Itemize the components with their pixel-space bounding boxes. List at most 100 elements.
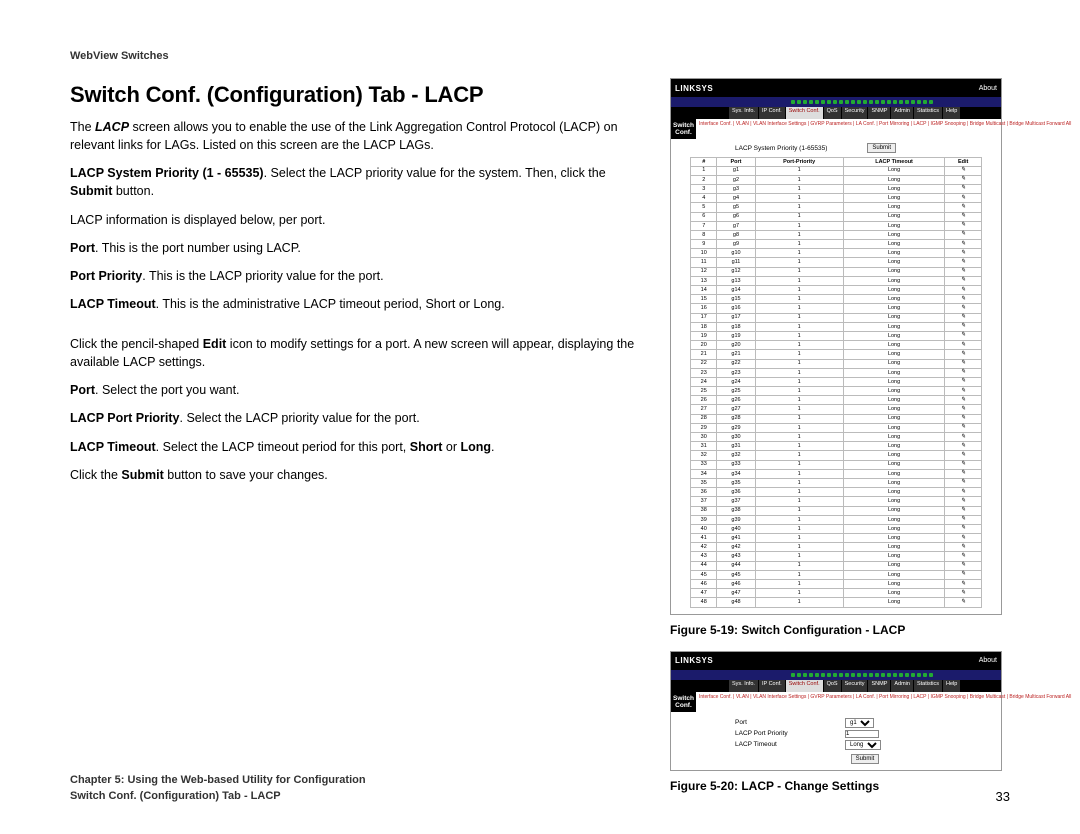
cell-port: g23 bbox=[717, 368, 755, 377]
edit-icon[interactable]: ✎ bbox=[945, 580, 982, 589]
edit-icon[interactable]: ✎ bbox=[945, 304, 982, 313]
cell-timeout: Long bbox=[843, 506, 945, 515]
edit-icon[interactable]: ✎ bbox=[945, 543, 982, 552]
edit-icon[interactable]: ✎ bbox=[945, 423, 982, 432]
cell-num: 25 bbox=[691, 387, 717, 396]
edit-icon[interactable]: ✎ bbox=[945, 203, 982, 212]
cell-port: g26 bbox=[717, 396, 755, 405]
table-row: 23g231Long✎ bbox=[691, 368, 982, 377]
table-row: 4g41Long✎ bbox=[691, 194, 982, 203]
submit-button[interactable]: Submit bbox=[867, 143, 896, 153]
edit-icon[interactable]: ✎ bbox=[945, 534, 982, 543]
edit-icon[interactable]: ✎ bbox=[945, 276, 982, 285]
edit-icon[interactable]: ✎ bbox=[945, 267, 982, 276]
priority-input[interactable] bbox=[845, 730, 879, 738]
table-row: 28g281Long✎ bbox=[691, 414, 982, 423]
led-icon bbox=[803, 100, 807, 104]
tab-qos[interactable]: QoS bbox=[824, 680, 842, 692]
edit-icon[interactable]: ✎ bbox=[945, 249, 982, 258]
edit-icon[interactable]: ✎ bbox=[945, 414, 982, 423]
edit-icon[interactable]: ✎ bbox=[945, 497, 982, 506]
cell-priority: 1 bbox=[755, 377, 843, 386]
subtab-links[interactable]: Interface Conf. | VLAN | VLAN Interface … bbox=[696, 692, 1074, 712]
edit-icon[interactable]: ✎ bbox=[945, 175, 982, 184]
edit-icon[interactable]: ✎ bbox=[945, 598, 982, 607]
edit-icon[interactable]: ✎ bbox=[945, 506, 982, 515]
cell-port: g39 bbox=[717, 515, 755, 524]
tab-ip-conf[interactable]: IP Conf. bbox=[759, 680, 786, 692]
tab-snmp[interactable]: SNMP bbox=[868, 680, 891, 692]
port-select[interactable]: g1 bbox=[845, 718, 874, 728]
tab-snmp[interactable]: SNMP bbox=[868, 107, 891, 119]
edit-icon[interactable]: ✎ bbox=[945, 570, 982, 579]
edit-icon[interactable]: ✎ bbox=[945, 524, 982, 533]
edit-icon[interactable]: ✎ bbox=[945, 166, 982, 175]
text: button. bbox=[112, 184, 154, 198]
tab-admin[interactable]: Admin bbox=[891, 107, 914, 119]
switch-conf-label: Switch Conf. bbox=[671, 692, 696, 712]
subtab-links[interactable]: Interface Conf. | VLAN | VLAN Interface … bbox=[696, 119, 1074, 139]
tab-help[interactable]: Help bbox=[943, 107, 961, 119]
timeout-select[interactable]: Long bbox=[845, 740, 881, 750]
edit-icon[interactable]: ✎ bbox=[945, 194, 982, 203]
edit-icon[interactable]: ✎ bbox=[945, 368, 982, 377]
edit-icon[interactable]: ✎ bbox=[945, 359, 982, 368]
about-link[interactable]: About bbox=[979, 85, 997, 92]
edit-icon[interactable]: ✎ bbox=[945, 313, 982, 322]
edit-icon[interactable]: ✎ bbox=[945, 341, 982, 350]
edit-icon[interactable]: ✎ bbox=[945, 184, 982, 193]
edit-icon[interactable]: ✎ bbox=[945, 322, 982, 331]
edit-icon[interactable]: ✎ bbox=[945, 331, 982, 340]
cell-priority: 1 bbox=[755, 534, 843, 543]
tab-security[interactable]: Security bbox=[842, 107, 869, 119]
intro-paragraph: The LACP screen allows you to enable the… bbox=[70, 118, 650, 154]
edit-icon[interactable]: ✎ bbox=[945, 230, 982, 239]
edit-icon[interactable]: ✎ bbox=[945, 469, 982, 478]
tab-qos[interactable]: QoS bbox=[824, 107, 842, 119]
edit-icon[interactable]: ✎ bbox=[945, 515, 982, 524]
tab-switch-conf[interactable]: Switch Conf. bbox=[786, 107, 824, 119]
edit-icon[interactable]: ✎ bbox=[945, 212, 982, 221]
edit-icon[interactable]: ✎ bbox=[945, 405, 982, 414]
cell-num: 15 bbox=[691, 295, 717, 304]
cell-priority: 1 bbox=[755, 221, 843, 230]
cell-num: 31 bbox=[691, 442, 717, 451]
edit-icon[interactable]: ✎ bbox=[945, 221, 982, 230]
edit-icon[interactable]: ✎ bbox=[945, 377, 982, 386]
edit-icon[interactable]: ✎ bbox=[945, 387, 982, 396]
tab-help[interactable]: Help bbox=[943, 680, 961, 692]
edit-icon[interactable]: ✎ bbox=[945, 552, 982, 561]
edit-icon[interactable]: ✎ bbox=[945, 478, 982, 487]
edit-icon[interactable]: ✎ bbox=[945, 561, 982, 570]
edit-icon[interactable]: ✎ bbox=[945, 433, 982, 442]
led-icon bbox=[893, 673, 897, 677]
tab-statistics[interactable]: Statistics bbox=[914, 107, 943, 119]
tab-switch-conf[interactable]: Switch Conf. bbox=[786, 680, 824, 692]
edit-icon[interactable]: ✎ bbox=[945, 451, 982, 460]
label-bold: LACP Timeout bbox=[70, 440, 156, 454]
text: . Select the LACP priority value for the… bbox=[180, 411, 420, 425]
brand-logo: LINKSYS bbox=[675, 656, 713, 665]
edit-icon[interactable]: ✎ bbox=[945, 442, 982, 451]
edit-icon[interactable]: ✎ bbox=[945, 396, 982, 405]
cell-port: g38 bbox=[717, 506, 755, 515]
cell-num: 26 bbox=[691, 396, 717, 405]
edit-icon[interactable]: ✎ bbox=[945, 460, 982, 469]
tab-statistics[interactable]: Statistics bbox=[914, 680, 943, 692]
about-link[interactable]: About bbox=[979, 657, 997, 664]
tab-sys-info[interactable]: Sys. Info. bbox=[729, 680, 759, 692]
edit-icon[interactable]: ✎ bbox=[945, 258, 982, 267]
submit-button[interactable]: Submit bbox=[851, 754, 880, 764]
tab-admin[interactable]: Admin bbox=[891, 680, 914, 692]
tab-ip-conf[interactable]: IP Conf. bbox=[759, 107, 786, 119]
edit-icon[interactable]: ✎ bbox=[945, 286, 982, 295]
edit-icon[interactable]: ✎ bbox=[945, 350, 982, 359]
edit-icon[interactable]: ✎ bbox=[945, 589, 982, 598]
text: . Select the LACP timeout period for thi… bbox=[156, 440, 410, 454]
tab-security[interactable]: Security bbox=[842, 680, 869, 692]
edit-icon[interactable]: ✎ bbox=[945, 240, 982, 249]
edit-icon[interactable]: ✎ bbox=[945, 488, 982, 497]
cell-priority: 1 bbox=[755, 469, 843, 478]
tab-sys-info[interactable]: Sys. Info. bbox=[729, 107, 759, 119]
edit-icon[interactable]: ✎ bbox=[945, 295, 982, 304]
